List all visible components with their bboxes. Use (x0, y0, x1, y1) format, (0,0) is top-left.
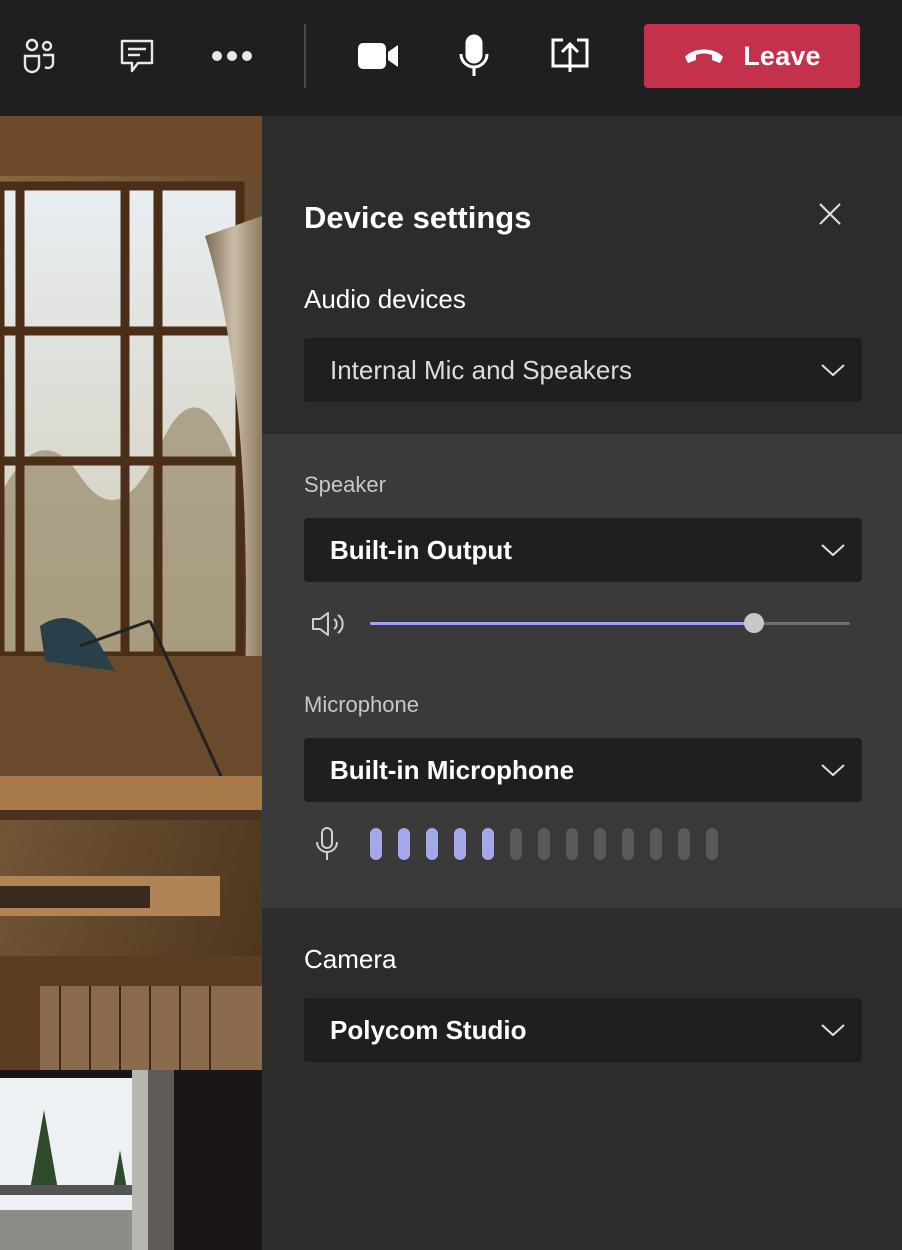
panel-title: Device settings (304, 200, 532, 235)
main-video-feed (0, 116, 262, 1070)
mic-level-bar (370, 828, 382, 860)
close-icon (819, 203, 841, 225)
camera-icon (358, 43, 398, 69)
audio-devices-dropdown[interactable]: Internal Mic and Speakers (304, 338, 862, 402)
leave-label: Leave (743, 40, 821, 71)
mic-level-bar (678, 828, 690, 860)
mic-level-bar (566, 828, 578, 860)
speaker-label: Speaker (304, 472, 386, 497)
more-options-button[interactable] (204, 28, 260, 84)
mic-level-bar (482, 828, 494, 860)
share-icon (551, 38, 589, 72)
share-screen-button[interactable] (542, 28, 598, 84)
microphone-dropdown[interactable]: Built-in Microphone (304, 738, 862, 802)
mic-level-bar (622, 828, 634, 860)
call-toolbar: Leave (0, 0, 902, 116)
audio-devices-label: Audio devices (304, 284, 466, 314)
volume-fill (370, 622, 754, 625)
camera-toggle-button[interactable] (350, 28, 406, 84)
speaker-dropdown[interactable]: Built-in Output (304, 518, 862, 582)
mic-level-bar (454, 828, 466, 860)
mic-level-bar (650, 828, 662, 860)
people-icon (23, 38, 55, 74)
audio-devices-value: Internal Mic and Speakers (330, 355, 633, 385)
hang-up-icon (685, 49, 724, 63)
chevron-down-icon (821, 364, 845, 377)
more-icon (212, 51, 252, 61)
microphone-label: Microphone (304, 692, 419, 717)
microphone-level-meter (370, 828, 718, 860)
leave-button[interactable]: Leave (644, 24, 860, 88)
toolbar-divider (304, 24, 306, 88)
mic-toggle-button[interactable] (446, 28, 502, 84)
close-button[interactable] (812, 196, 848, 232)
microphone-level-icon (316, 827, 338, 860)
chat-icon (120, 39, 154, 73)
microphone-value: Built-in Microphone (330, 755, 575, 785)
mic-level-bar (398, 828, 410, 860)
balcony-video-image (0, 1070, 262, 1250)
speaker-volume-icon (312, 612, 344, 636)
speaker-volume-slider[interactable] (370, 613, 850, 633)
speaker-value: Built-in Output (330, 535, 512, 565)
device-settings-panel: Device settings Audio devices Internal M… (262, 116, 902, 1250)
self-video-thumbnail (0, 1070, 262, 1250)
chat-button[interactable] (109, 28, 165, 84)
chevron-down-icon (821, 544, 845, 557)
room-video-image (0, 116, 262, 1070)
chevron-down-icon (821, 1024, 845, 1037)
mic-level-bar (594, 828, 606, 860)
participants-button[interactable] (11, 28, 67, 84)
mic-level-bar (706, 828, 718, 860)
mic-level-bar (510, 828, 522, 860)
camera-value: Polycom Studio (330, 1015, 527, 1045)
mic-level-bar (426, 828, 438, 860)
microphone-icon (459, 34, 489, 76)
camera-dropdown[interactable]: Polycom Studio (304, 998, 862, 1062)
camera-label: Camera (304, 944, 397, 974)
mic-level-bar (538, 828, 550, 860)
chevron-down-icon (821, 764, 845, 777)
volume-slider-thumb[interactable] (744, 613, 764, 633)
